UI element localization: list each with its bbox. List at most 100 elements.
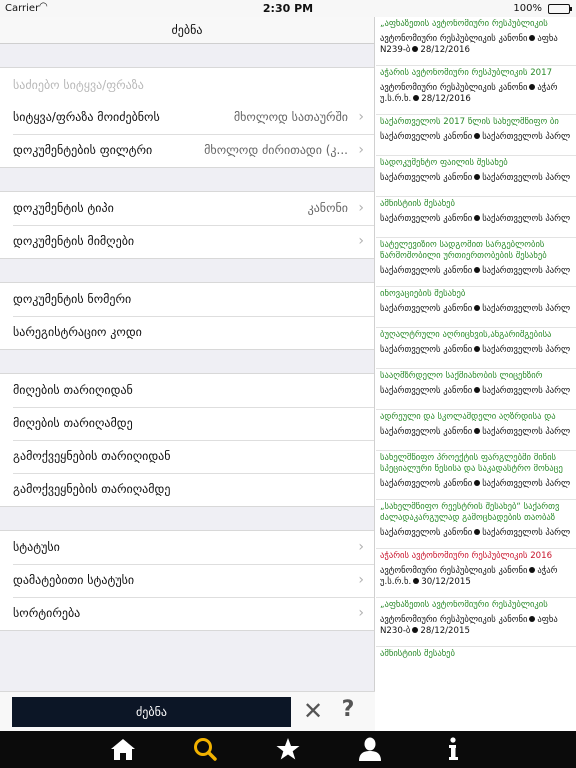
accept-date-from-label: მიღების თარიღიდან xyxy=(13,383,133,397)
person-icon xyxy=(359,737,381,761)
battery-icon xyxy=(548,4,572,14)
result-title: საქართველოს 2017 წლის სახელმწიფო ბი xyxy=(380,117,559,127)
result-title: „სახელმწიფო რეესტრის შესახებ“ საქართვ xyxy=(380,502,560,512)
result-meta: საქართველოს კანონი საქართველოს პარლ xyxy=(380,173,576,184)
result-type: საქართველოს კანონი xyxy=(380,479,473,489)
search-field-row xyxy=(0,68,374,101)
tab-home[interactable] xyxy=(108,736,138,762)
search-group: სიტყვა/ფრაზა მოიძებნოს მხოლოდ სათაურში ›… xyxy=(0,67,374,168)
status-row[interactable]: სტატუსი › xyxy=(0,531,374,564)
registration-code-label: სარეგისტრაციო კოდი xyxy=(13,325,142,339)
battery-percent: 100% xyxy=(513,3,542,14)
result-item[interactable]: ადრეული და სკოლამდელი აღზრდისა და საქართვ… xyxy=(376,410,576,451)
publish-date-to-row[interactable]: გამოქვეყნების თარიღამდე xyxy=(0,473,374,506)
bullet-dot xyxy=(474,174,481,180)
result-meta: საქართველოს კანონი საქართველოს პარლ xyxy=(380,528,576,539)
result-number: უ.ს.რ.ხ. xyxy=(380,94,412,104)
result-item[interactable]: აჭარის ავტონომიური რესპუბლიკის 2017 ავტონ… xyxy=(376,66,576,115)
result-type: საქართველოს კანონი xyxy=(380,528,473,538)
tab-info[interactable] xyxy=(438,736,468,762)
search-input[interactable] xyxy=(0,68,374,101)
chevron-right-icon: › xyxy=(358,109,364,125)
result-item[interactable]: საქართველოს 2017 წლის სახელმწიფო ბი საქარ… xyxy=(376,115,576,156)
result-item[interactable]: „სახელმწიფო რეესტრის შესახებ“ საქართვ ძალ… xyxy=(376,500,576,549)
result-item[interactable]: „აფხაზეთის ავტონომიური რესპუბლიკის ავტონო… xyxy=(376,17,576,66)
word-search-mode-row[interactable]: სიტყვა/ფრაზა მოიძებნოს მხოლოდ სათაურში › xyxy=(0,101,374,134)
result-date: 28/12/2016 xyxy=(420,45,470,55)
bullet-dot xyxy=(529,35,536,41)
bullet-dot xyxy=(474,529,481,535)
result-meta: ავტონომიური რესპუბლიკის კანონი აფხა xyxy=(380,615,576,626)
result-title: ამნისტიის შესახებ xyxy=(380,199,455,209)
tab-search[interactable] xyxy=(190,736,220,762)
result-title: სახელმწიფო პროექტის ფარგლებში მიწის xyxy=(380,453,557,463)
result-item[interactable]: აჭარის ავტონომიური რესპუბლიკის 2016 ავტონ… xyxy=(376,549,576,598)
result-type: საქართველოს კანონი xyxy=(380,173,473,183)
document-type-row[interactable]: დოკუმენტის ტიპი კანონი › xyxy=(0,192,374,225)
result-title: „აფხაზეთის ავტონომიური რესპუბლიკის xyxy=(380,19,548,29)
sorting-label: სორტირება xyxy=(13,606,81,620)
search-button[interactable]: ძებნა xyxy=(12,697,291,727)
chevron-right-icon: › xyxy=(358,200,364,216)
tab-favorites[interactable] xyxy=(273,736,303,762)
help-icon[interactable]: ? xyxy=(338,696,358,724)
bullet-dot xyxy=(474,267,481,273)
result-item[interactable]: ბუღალტრული აღრიცხვის,ანგარიშგებისა საქართ… xyxy=(376,328,576,369)
result-number: N239-ბ xyxy=(380,45,411,55)
result-issuer: საქართველოს პარლ xyxy=(482,214,571,224)
result-title: სააღმზრდელო საქმიანობის ლიცენზირ xyxy=(380,371,543,381)
result-issuer: საქართველოს პარლ xyxy=(482,479,571,489)
bullet-dot xyxy=(474,480,481,486)
publish-date-from-label: გამოქვეყნების თარიღიდან xyxy=(13,449,171,463)
accept-date-from-row[interactable]: მიღების თარიღიდან xyxy=(0,374,374,407)
result-issuer: საქართველოს პარლ xyxy=(482,427,571,437)
bullet-dot xyxy=(529,84,536,90)
document-issuer-row[interactable]: დოკუმენტის მიმღები › xyxy=(0,225,374,258)
document-number-label: დოკუმენტის ნომერი xyxy=(13,292,132,306)
status-group: სტატუსი › დამატებითი სტატუსი › სორტირება… xyxy=(0,530,374,631)
bullet-dot xyxy=(474,133,481,139)
chevron-right-icon: › xyxy=(358,572,364,588)
result-meta: საქართველოს კანონი საქართველოს პარლ xyxy=(380,214,576,225)
result-type: ავტონომიური რესპუბლიკის კანონი xyxy=(380,566,528,576)
result-issuer: საქართველოს პარლ xyxy=(482,345,571,355)
document-number-row[interactable]: დოკუმენტის ნომერი xyxy=(0,283,374,316)
accept-date-to-label: მიღების თარიღამდე xyxy=(13,416,133,430)
result-type: საქართველოს კანონი xyxy=(380,427,473,437)
result-item[interactable]: „აფხაზეთის ავტონომიური რესპუბლიკის ავტონო… xyxy=(376,598,576,647)
result-meta: საქართველოს კანონი საქართველოს პარლ xyxy=(380,427,576,438)
result-type: საქართველოს კანონი xyxy=(380,345,473,355)
result-issuer: საქართველოს პარლ xyxy=(482,304,571,314)
document-type-group: დოკუმენტის ტიპი კანონი › დოკუმენტის მიმღ… xyxy=(0,191,374,259)
result-item[interactable]: ამნისტიის შესახებ საქართველოს კანონი საქარ… xyxy=(376,197,576,238)
result-item[interactable]: სააღმზრდელო საქმიანობის ლიცენზირ საქართვე… xyxy=(376,369,576,410)
bullet-dot xyxy=(413,95,420,101)
document-issuer-label: დოკუმენტის მიმღები xyxy=(13,234,135,248)
sorting-row[interactable]: სორტირება › xyxy=(0,597,374,630)
result-title-line2: წარმოშობილი ურთიერთობების შესახებ xyxy=(380,251,547,261)
result-meta: საქართველოს კანონი საქართველოს პარლ xyxy=(380,479,576,490)
extra-status-row[interactable]: დამატებითი სტატუსი › xyxy=(0,564,374,597)
publish-date-from-row[interactable]: გამოქვეყნების თარიღიდან xyxy=(0,440,374,473)
accept-date-to-row[interactable]: მიღების თარიღამდე xyxy=(0,407,374,440)
registration-code-row[interactable]: სარეგისტრაციო კოდი xyxy=(0,316,374,349)
result-issuer: საქართველოს პარლ xyxy=(482,173,571,183)
result-meta-line2: N239-ბ 28/12/2016 xyxy=(380,45,576,56)
result-date: 30/12/2015 xyxy=(421,577,471,587)
chevron-right-icon: › xyxy=(358,539,364,555)
result-item[interactable]: სახელმწიფო პროექტის ფარგლებში მიწის სპეცი… xyxy=(376,451,576,500)
result-item[interactable]: სატელევიზიო სადგომით სარგებლობის წარმოშობ… xyxy=(376,238,576,287)
tab-profile[interactable] xyxy=(355,736,385,762)
result-meta: საქართველოს კანონი საქართველოს პარლ xyxy=(380,266,576,277)
publish-date-to-label: გამოქვეყნების თარიღამდე xyxy=(13,482,171,496)
document-filter-row[interactable]: დოკუმენტების ფილტრი მხოლოდ ძირითადი (კ..… xyxy=(0,134,374,167)
result-item[interactable]: ამნისტიის შესახებ xyxy=(376,647,576,667)
result-item[interactable]: ინოვაციების შესახებ საქართველოს კანონი საქ… xyxy=(376,287,576,328)
document-type-value: კანონი xyxy=(307,201,348,215)
clear-icon[interactable]: ✕ xyxy=(302,698,324,724)
result-type: საქართველოს კანონი xyxy=(380,214,473,224)
result-item[interactable]: სადოკუმენტო ფაილის შესახებ საქართველოს კა… xyxy=(376,156,576,197)
document-number-group: დოკუმენტის ნომერი სარეგისტრაციო კოდი xyxy=(0,282,374,350)
